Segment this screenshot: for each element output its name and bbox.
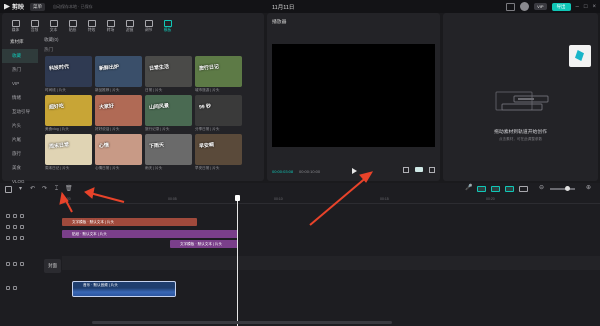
annotation-arrows [59,171,374,226]
annotation-arrow [59,191,73,213]
annotation-arrow [84,187,125,203]
annotation-arrow [309,171,374,226]
